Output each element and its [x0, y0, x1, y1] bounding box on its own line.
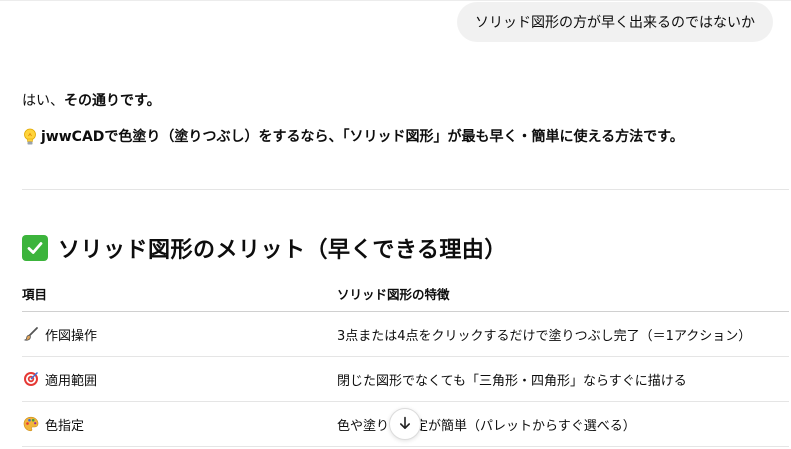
header-feature: ソリッド図形の特徴: [337, 287, 450, 302]
row-item: 作図操作: [45, 328, 98, 344]
light-bulb-icon: [22, 127, 38, 147]
scroll-to-bottom-button[interactable]: [389, 408, 421, 440]
answer-summary: jwwCADで色塗り（塗りつぶし）をするなら、「ソリッド図形」が最も早く・簡単に…: [22, 126, 684, 148]
user-message-bubble: ソリッド図形の方が早く出来るのではないか: [457, 2, 773, 42]
header-item: 項目: [22, 287, 48, 302]
check-mark-button-icon: [22, 235, 48, 261]
row-feature: 3点または4点をクリックするだけで塗りつぶし完了（＝1アクション）: [337, 328, 752, 344]
row-feature: 閉じた図形でなくても「三角形・四角形」ならすぐに描ける: [337, 373, 687, 389]
intro-bold: その通りです。: [64, 93, 161, 109]
summary-text: jwwCADで色塗り（塗りつぶし）をするなら、「ソリッド図形」が最も早く・簡単に…: [41, 129, 684, 145]
answer-intro: はい、その通りです。: [22, 90, 161, 112]
table-header-row: 項目 ソリッド図形の特徴: [22, 276, 789, 312]
paintbrush-icon: [22, 326, 39, 343]
table-row: 作図操作 3点または4点をクリックするだけで塗りつぶし完了（＝1アクション）: [22, 312, 789, 357]
palette-icon: [22, 416, 39, 433]
table-row: 適用範囲 閉じた図形でなくても「三角形・四角形」ならすぐに描ける: [22, 357, 789, 402]
row-item: 色指定: [45, 418, 85, 434]
arrow-down-icon: [398, 415, 412, 434]
top-divider: [0, 0, 791, 1]
target-icon: [22, 371, 39, 388]
intro-plain: はい、: [22, 93, 64, 109]
section-heading-text: ソリッド図形のメリット（早くできる理由）: [58, 238, 507, 263]
row-item: 適用範囲: [45, 373, 98, 389]
user-message-text: ソリッド図形の方が早く出来るのではないか: [475, 15, 755, 31]
section-divider: [22, 189, 789, 190]
section-heading: ソリッド図形のメリット（早くできる理由）: [22, 232, 507, 264]
